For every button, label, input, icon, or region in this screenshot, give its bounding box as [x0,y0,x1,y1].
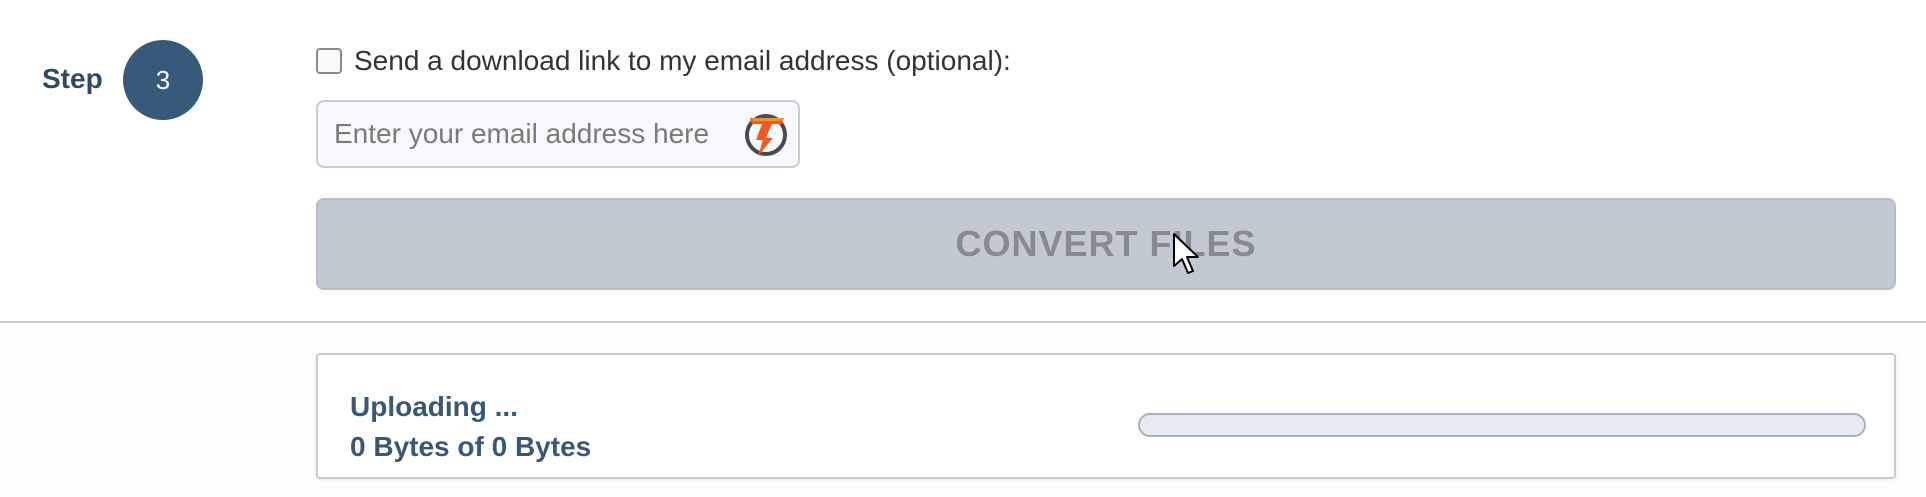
email-input[interactable] [332,117,736,151]
upload-progress-panel: Uploading ... 0 Bytes of 0 Bytes [316,353,1896,479]
email-field-wrapper [316,100,800,168]
section-divider [0,321,1926,323]
step-number-badge: 3 [123,40,203,120]
upload-status-text: Uploading ... [350,391,518,422]
upload-bytes-text: 0 Bytes of 0 Bytes [350,431,592,462]
step-label: Step [42,63,103,94]
mouse-cursor-icon [1173,233,1199,274]
upload-progress-bar [1138,413,1866,437]
email-option-row: Send a download link to my email address… [316,45,1011,77]
convert-files-button[interactable]: CONVERT FILES [316,198,1896,290]
lightning-t-logo-icon [745,114,787,156]
email-link-checkbox-label[interactable]: Send a download link to my email address… [354,45,1011,77]
email-link-checkbox[interactable] [316,48,342,74]
step-number: 3 [155,64,171,95]
step-3-section: Step 3 Send a download link to my email … [0,0,1926,497]
